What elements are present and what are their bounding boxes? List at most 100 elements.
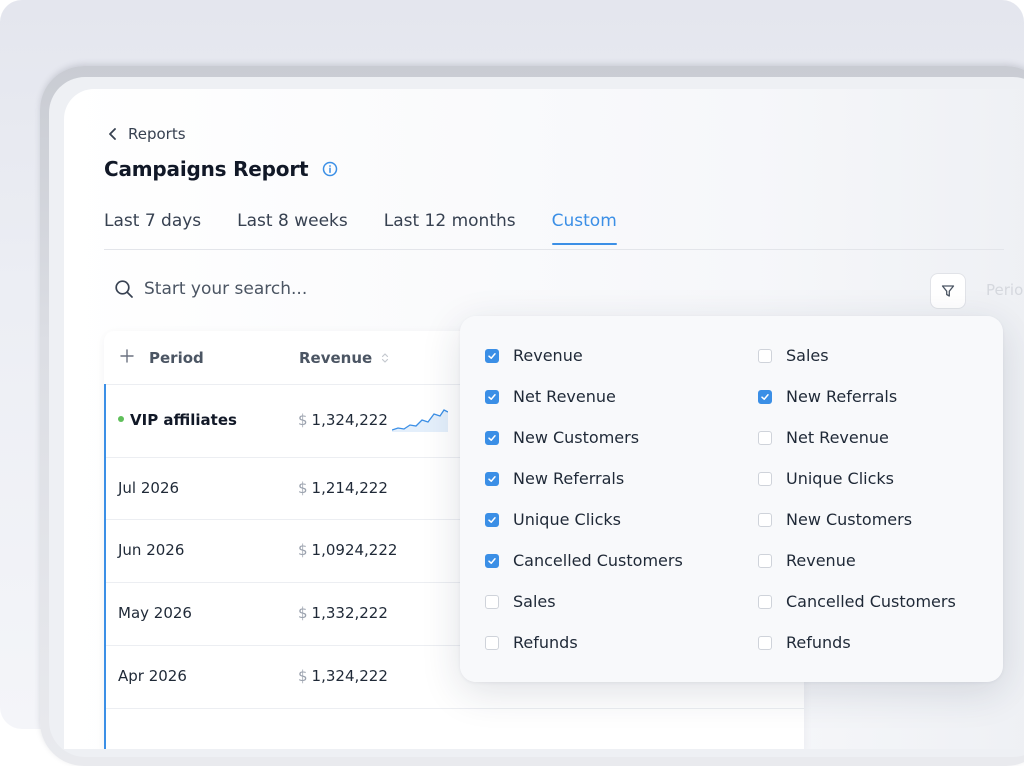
column-option[interactable]: Cancelled Customers bbox=[758, 592, 956, 611]
checkbox[interactable] bbox=[485, 389, 499, 404]
column-option-label: New Customers bbox=[786, 510, 913, 529]
back-link[interactable]: Reports bbox=[108, 125, 186, 143]
checkbox[interactable] bbox=[758, 430, 772, 445]
column-option-label: Refunds bbox=[786, 633, 851, 652]
filter-button[interactable] bbox=[930, 273, 966, 309]
column-option[interactable]: New Referrals bbox=[758, 387, 897, 406]
column-option[interactable]: Sales bbox=[758, 346, 829, 365]
info-icon[interactable] bbox=[322, 161, 338, 177]
revenue-cell: $1,324,222 bbox=[298, 411, 388, 429]
checkbox[interactable] bbox=[485, 430, 499, 445]
column-option-label: Unique Clicks bbox=[513, 510, 621, 529]
column-option-label: New Referrals bbox=[513, 469, 625, 488]
checkbox-checked-icon bbox=[488, 475, 496, 482]
sort-icon[interactable] bbox=[380, 352, 390, 364]
revenue-cell: $1,214,222 bbox=[298, 479, 388, 497]
revenue-value: 1,332,222 bbox=[311, 604, 388, 622]
period-cell: Jun 2026 bbox=[118, 541, 185, 559]
plus-icon bbox=[120, 349, 134, 363]
column-option-label: Sales bbox=[513, 592, 556, 611]
column-option-label: Net Revenue bbox=[786, 428, 889, 447]
column-option[interactable]: Refunds bbox=[485, 633, 578, 652]
column-option[interactable]: Refunds bbox=[758, 633, 851, 652]
revenue-value: 1,214,222 bbox=[311, 479, 388, 497]
checkbox[interactable] bbox=[758, 389, 772, 404]
column-option-label: Revenue bbox=[786, 551, 856, 570]
checkbox[interactable] bbox=[485, 348, 499, 363]
currency-symbol: $ bbox=[298, 479, 308, 497]
column-option[interactable]: Cancelled Customers bbox=[485, 551, 683, 570]
period-cell: Apr 2026 bbox=[118, 667, 187, 685]
column-picker-popover: Revenue Net Revenue New Customers New Re… bbox=[460, 316, 1003, 682]
checkbox[interactable] bbox=[758, 348, 772, 363]
checkbox-checked-icon bbox=[488, 557, 496, 564]
column-option-label: Cancelled Customers bbox=[786, 592, 956, 611]
period-cell: Jul 2026 bbox=[118, 479, 180, 497]
tab-custom[interactable]: Custom bbox=[551, 211, 617, 245]
checkbox-checked-icon bbox=[488, 434, 496, 441]
search-icon bbox=[115, 280, 133, 298]
column-option-label: Net Revenue bbox=[513, 387, 616, 406]
checkbox[interactable] bbox=[485, 471, 499, 486]
column-option-label: Refunds bbox=[513, 633, 578, 652]
checkbox[interactable] bbox=[758, 635, 772, 650]
page-header: Campaigns Report bbox=[104, 157, 338, 181]
column-option[interactable]: Net Revenue bbox=[758, 428, 889, 447]
column-option[interactable]: Revenue bbox=[485, 346, 583, 365]
period-label: VIP affiliates bbox=[130, 411, 237, 429]
chevron-left-icon bbox=[109, 128, 116, 140]
tab-last-7-days[interactable]: Last 7 days bbox=[104, 211, 201, 244]
revenue-cell: $1,324,222 bbox=[298, 667, 388, 685]
checkbox[interactable] bbox=[758, 594, 772, 609]
column-header-revenue-label: Revenue bbox=[299, 349, 373, 367]
tab-last-12-months[interactable]: Last 12 months bbox=[384, 211, 516, 244]
tab-last-8-weeks[interactable]: Last 8 weeks bbox=[237, 211, 348, 244]
column-option-label: Revenue bbox=[513, 346, 583, 365]
column-option[interactable]: Revenue bbox=[758, 551, 856, 570]
column-header-period[interactable]: Period bbox=[149, 349, 204, 367]
checkbox-checked-icon bbox=[488, 393, 496, 400]
checkbox[interactable] bbox=[485, 553, 499, 568]
checkbox[interactable] bbox=[758, 512, 772, 527]
checkbox-checked-icon bbox=[761, 393, 769, 400]
column-option-label: Cancelled Customers bbox=[513, 551, 683, 570]
column-header-revenue[interactable]: Revenue bbox=[299, 349, 390, 367]
filter-icon bbox=[941, 285, 955, 297]
add-row-button[interactable] bbox=[120, 349, 134, 363]
currency-symbol: $ bbox=[298, 667, 308, 685]
column-option[interactable]: Unique Clicks bbox=[485, 510, 621, 529]
checkbox[interactable] bbox=[485, 512, 499, 527]
checkbox-checked-icon bbox=[488, 352, 496, 359]
column-option[interactable]: Net Revenue bbox=[485, 387, 616, 406]
column-option-label: Sales bbox=[786, 346, 829, 365]
revenue-cell: $1,332,222 bbox=[298, 604, 388, 622]
currency-symbol: $ bbox=[298, 541, 308, 559]
column-option-label: New Referrals bbox=[786, 387, 898, 406]
column-option-label: New Customers bbox=[513, 428, 640, 447]
column-option-label: Unique Clicks bbox=[786, 469, 894, 488]
checkbox-checked-icon bbox=[488, 516, 496, 523]
checkbox[interactable] bbox=[485, 594, 499, 609]
period-cell: May 2026 bbox=[118, 604, 192, 622]
column-option[interactable]: Unique Clicks bbox=[758, 469, 894, 488]
tabs-divider bbox=[104, 249, 1004, 250]
column-option[interactable]: New Customers bbox=[485, 428, 639, 447]
revenue-value: 1,0924,222 bbox=[311, 541, 398, 559]
period-cell: VIP affiliates bbox=[118, 411, 237, 429]
currency-symbol: $ bbox=[298, 604, 308, 622]
checkbox[interactable] bbox=[758, 553, 772, 568]
checkbox[interactable] bbox=[485, 635, 499, 650]
column-option[interactable]: New Customers bbox=[758, 510, 912, 529]
search-input[interactable]: Start your search... bbox=[144, 279, 307, 299]
column-option[interactable]: Sales bbox=[485, 592, 556, 611]
period-dropdown[interactable]: Perio bbox=[986, 281, 1023, 299]
revenue-value: 1,324,222 bbox=[311, 667, 388, 685]
page-title: Campaigns Report bbox=[104, 157, 309, 181]
status-dot bbox=[118, 415, 124, 422]
search-bar[interactable]: Start your search... bbox=[114, 279, 307, 299]
revenue-cell: $1,0924,222 bbox=[298, 541, 397, 559]
back-link-label: Reports bbox=[128, 125, 186, 143]
checkbox[interactable] bbox=[758, 471, 772, 486]
column-option[interactable]: New Referrals bbox=[485, 469, 624, 488]
currency-symbol: $ bbox=[298, 411, 308, 429]
